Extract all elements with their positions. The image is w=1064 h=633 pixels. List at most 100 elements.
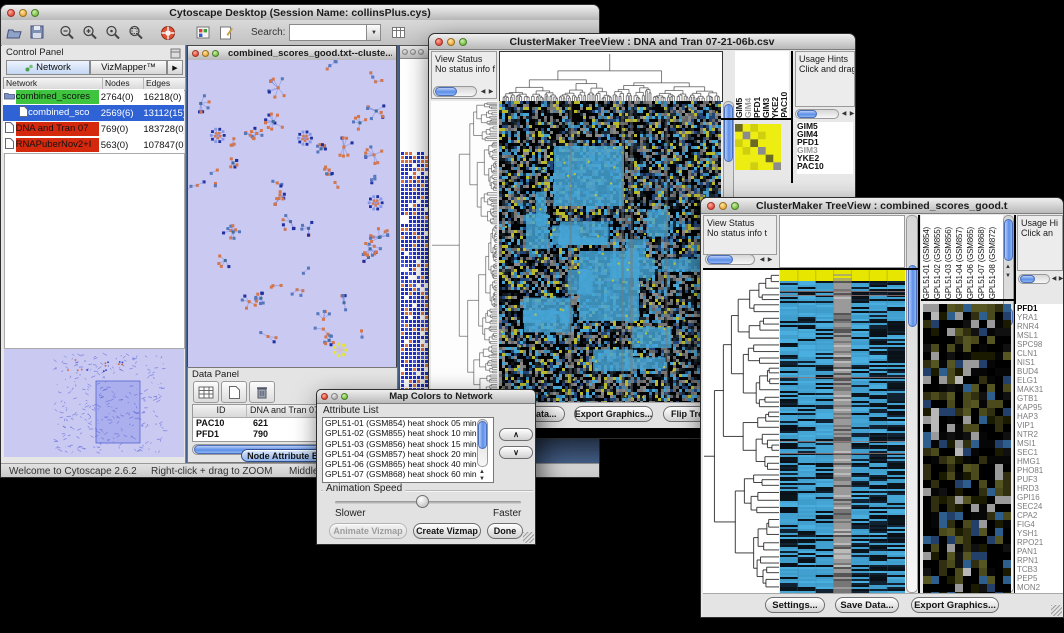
close-button[interactable] <box>402 49 408 55</box>
scrollbar-thumb[interactable] <box>724 104 733 162</box>
attribute-select-icon[interactable] <box>193 381 219 403</box>
gene-label[interactable]: CLN1 <box>1017 349 1064 358</box>
save-data-button[interactable]: Save Data... <box>835 597 899 613</box>
gene-label[interactable]: YSH1 <box>1017 529 1064 538</box>
close-button[interactable] <box>707 202 715 210</box>
gene-label[interactable]: MON2 <box>1017 583 1064 592</box>
minimize-button[interactable] <box>447 38 455 46</box>
network-row-combined-scores[interactable]: combined_scores 2764(0) 16218(0) <box>3 89 184 105</box>
gene-label[interactable]: TCB3 <box>1017 565 1064 574</box>
vizmapper-icon[interactable] <box>194 24 214 42</box>
scroll-right-arrow[interactable]: ▶ <box>848 110 856 118</box>
gene-label[interactable]: MSL1 <box>1017 331 1064 340</box>
main-titlebar[interactable]: Cytoscape Desktop (Session Name: collins… <box>1 5 599 21</box>
scrollbar-thumb[interactable] <box>1004 219 1013 261</box>
close-button[interactable] <box>435 38 443 46</box>
tab-network[interactable]: Network <box>6 60 90 75</box>
expression-heatmap-canvas[interactable] <box>499 101 721 402</box>
zoom-button[interactable] <box>418 49 424 55</box>
attribute-list[interactable]: GPL51-01 (GSM854) heat shock 05 minGPL51… <box>322 417 494 483</box>
annotation-icon[interactable] <box>217 24 237 42</box>
gene-label[interactable]: CPA2 <box>1017 511 1064 520</box>
scrollbar-thumb[interactable] <box>707 255 733 264</box>
gene-label[interactable]: SEC24 <box>1017 502 1064 511</box>
gene-label[interactable]: PUF3 <box>1017 475 1064 484</box>
scroll-right-arrow[interactable]: ▶ <box>766 256 774 264</box>
minimize-button[interactable] <box>331 393 338 400</box>
scroll-left-arrow[interactable]: ◀ <box>840 110 848 118</box>
column-label[interactable]: GPL51-04 (GSM857) <box>954 227 965 299</box>
usage-hints-scrollbar[interactable] <box>795 109 839 119</box>
network-view-canvas[interactable] <box>188 60 396 367</box>
gene-label[interactable]: PAC10 <box>797 162 853 170</box>
gene-label[interactable]: RPN1 <box>1017 556 1064 565</box>
network-row-rna[interactable]: RNAPuberNov2+I 563(0) 107847(0) <box>3 137 184 153</box>
close-button[interactable] <box>7 9 15 17</box>
gene-label[interactable]: SEC1 <box>1017 448 1064 457</box>
gene-label[interactable]: RPO21 <box>1017 538 1064 547</box>
minimize-button[interactable] <box>719 202 727 210</box>
tab-overflow-button[interactable]: ▶ <box>167 60 183 75</box>
scroll-right-arrow[interactable]: ▶ <box>1057 275 1064 283</box>
dialog-titlebar[interactable]: Map Colors to Network <box>317 390 535 404</box>
close-button[interactable] <box>192 50 199 57</box>
animate-vizmap-button[interactable]: Animate Vizmap <box>329 523 407 539</box>
gene-label[interactable]: NTR2 <box>1017 430 1064 439</box>
zoom-fit-icon[interactable] <box>126 24 146 42</box>
scrollbar-thumb[interactable] <box>908 265 917 327</box>
new-attribute-icon[interactable] <box>221 381 247 403</box>
gene-label[interactable]: GTB1 <box>1017 394 1064 403</box>
attribute-list-vscrollbar[interactable] <box>477 419 488 467</box>
attribute-item[interactable]: GPL51-03 (GSM856) heat shock 15 min <box>323 439 493 449</box>
gene-label[interactable]: BUD4 <box>1017 367 1064 376</box>
export-graphics-button[interactable]: Export Graphics... <box>574 406 653 422</box>
minimize-button[interactable] <box>410 49 416 55</box>
gene-label[interactable]: YRA1 <box>1017 313 1064 322</box>
attribute-item[interactable]: GPL51-04 (GSM857) heat shock 20 min <box>323 449 493 459</box>
scroll-left-arrow[interactable]: ◀ <box>758 256 766 264</box>
gene-label[interactable]: MSI1 <box>1017 439 1064 448</box>
gene-label[interactable]: HRD3 <box>1017 484 1064 493</box>
gene-label[interactable]: NIS1 <box>1017 358 1064 367</box>
gene-label[interactable]: SPC98 <box>1017 340 1064 349</box>
scrollbar-thumb[interactable] <box>478 421 487 449</box>
network-row-dna[interactable]: DNA and Tran 07 769(0) 183728(0) <box>3 121 184 137</box>
gene-label[interactable]: HMG1 <box>1017 457 1064 466</box>
attribute-browser-icon[interactable] <box>389 24 409 42</box>
search-input[interactable] <box>289 24 367 41</box>
correlation-matrix-canvas[interactable] <box>735 124 781 170</box>
scrollbar-thumb[interactable] <box>1020 275 1035 283</box>
view-status-scrollbar[interactable] <box>433 86 477 97</box>
gene-label[interactable]: MAK31 <box>1017 385 1064 394</box>
attribute-item[interactable]: GPL51-02 (GSM855) heat shock 10 min <box>323 428 493 438</box>
close-button[interactable] <box>321 393 328 400</box>
usage-hints-scrollbar[interactable] <box>1018 274 1050 284</box>
resize-grip[interactable] <box>1051 605 1062 616</box>
gene-label[interactable]: VIP1 <box>1017 421 1064 430</box>
settings-button[interactable]: Settings... <box>765 597 825 613</box>
tab-vizmapper[interactable]: VizMapper™ <box>90 60 167 75</box>
zoom-selected-icon[interactable] <box>103 24 123 42</box>
gene-label[interactable]: PEP5 <box>1017 574 1064 583</box>
expression-heatmap-canvas[interactable] <box>780 270 905 593</box>
zoom-button[interactable] <box>212 50 219 57</box>
secondary-heatmap-canvas[interactable] <box>923 304 1011 593</box>
zoom-button[interactable] <box>341 393 348 400</box>
network-row-selected[interactable]: combined_sco 2569(6) 13112(15) <box>3 105 184 121</box>
create-vizmap-button[interactable]: Create Vizmap <box>413 523 481 539</box>
minimize-button[interactable] <box>19 9 27 17</box>
gene-label[interactable]: KAP95 <box>1017 403 1064 412</box>
done-button[interactable]: Done <box>487 523 523 539</box>
attribute-item[interactable]: GPL51-01 (GSM854) heat shock 05 min <box>323 418 493 428</box>
treeview-dna-titlebar[interactable]: ClusterMaker TreeView : DNA and Tran 07-… <box>429 34 855 50</box>
heatmap-vscrollbar[interactable] <box>906 215 918 593</box>
treeview-combined-titlebar[interactable]: ClusterMaker TreeView : combined_scores_… <box>701 198 1063 214</box>
column-label[interactable]: GPL51-06 (GSM865) <box>965 227 976 299</box>
move-down-button[interactable]: ∨ <box>499 446 533 459</box>
scroll-down-arrow[interactable]: ▼ <box>478 475 486 483</box>
network-overview-thumbnail[interactable] <box>4 349 184 457</box>
delete-attribute-icon[interactable] <box>249 381 275 403</box>
view-status-scrollbar[interactable] <box>705 254 755 265</box>
column-label[interactable]: GPL51-02 (GSM855) <box>932 227 943 299</box>
column-label[interactable]: PAC10 <box>780 92 789 118</box>
